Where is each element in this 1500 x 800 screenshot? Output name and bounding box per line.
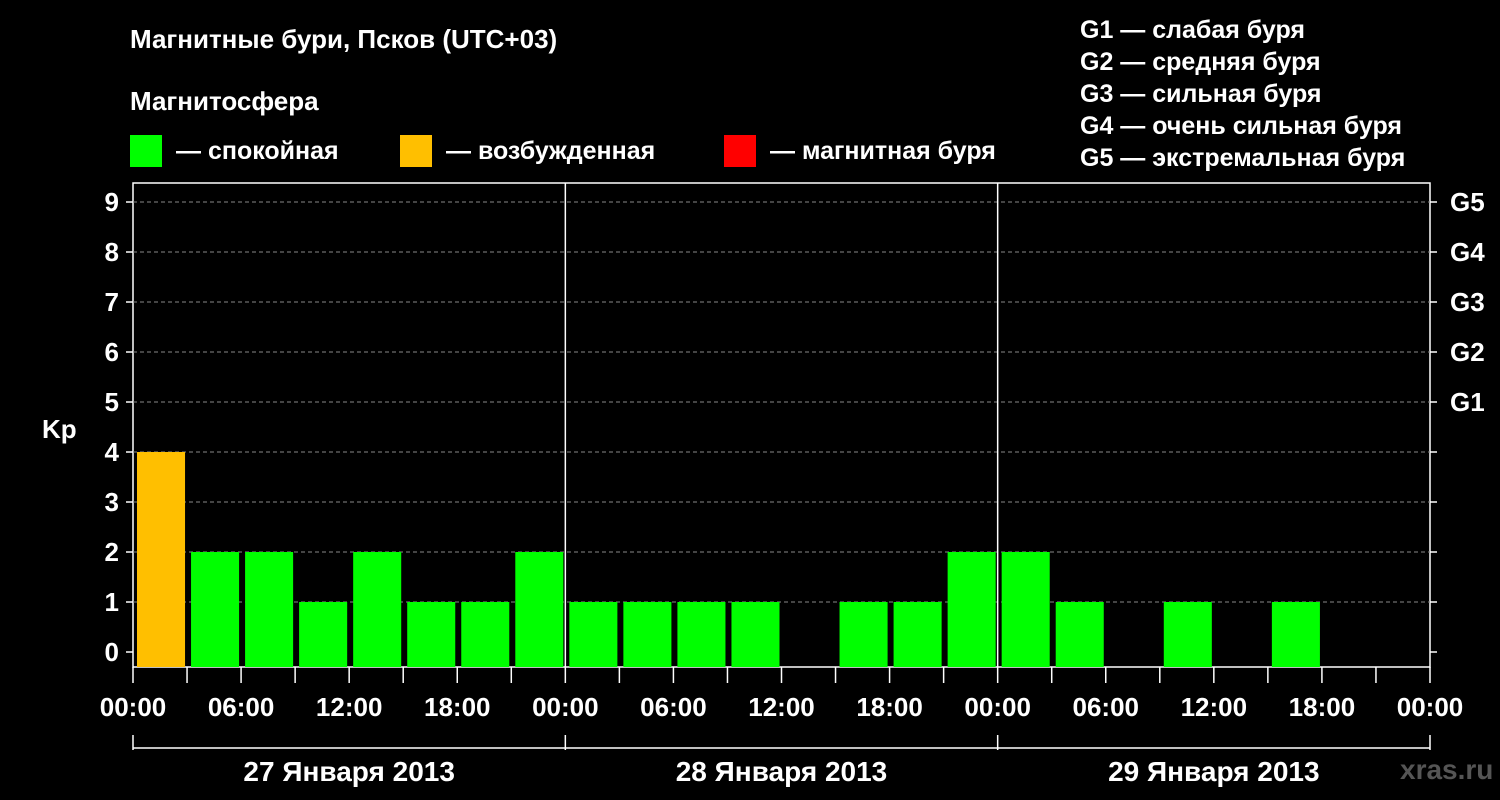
kp-bar xyxy=(623,602,672,667)
g-scale-label: G5 xyxy=(1450,187,1485,217)
day-label: 29 Января 2013 xyxy=(1108,756,1320,787)
kp-bar xyxy=(947,552,996,667)
kp-bar xyxy=(731,602,780,667)
g-scale-label: G4 xyxy=(1450,237,1485,267)
kp-bar xyxy=(1163,602,1212,667)
kp-bar xyxy=(191,552,240,667)
y-tick-label: 5 xyxy=(105,387,119,417)
x-tick-label: 18:00 xyxy=(856,692,923,722)
g-scale-label: G1 xyxy=(1450,387,1485,417)
kp-bar xyxy=(407,602,456,667)
x-tick-label: 18:00 xyxy=(424,692,491,722)
kp-bar xyxy=(569,602,618,667)
kp-bar xyxy=(353,552,402,667)
x-tick-label: 00:00 xyxy=(1397,692,1464,722)
site-credit: xras.ru xyxy=(1400,754,1494,785)
g-scale-label: G3 xyxy=(1450,287,1485,317)
y-tick-label: 4 xyxy=(105,437,120,467)
x-tick-label: 06:00 xyxy=(1073,692,1140,722)
kp-bar xyxy=(461,602,510,667)
y-tick-label: 7 xyxy=(105,287,119,317)
x-tick-label: 12:00 xyxy=(748,692,815,722)
kp-bar xyxy=(515,552,564,667)
x-tick-label: 12:00 xyxy=(1181,692,1248,722)
day-label: 28 Января 2013 xyxy=(676,756,888,787)
kp-bar xyxy=(893,602,942,667)
kp-bar xyxy=(1055,602,1104,667)
g-scale-label: G2 xyxy=(1450,337,1485,367)
x-tick-label: 18:00 xyxy=(1289,692,1356,722)
plot-frame xyxy=(132,182,1431,668)
kp-bar xyxy=(677,602,726,667)
y-tick-label: 9 xyxy=(105,187,119,217)
y-tick-label: 6 xyxy=(105,337,119,367)
y-tick-label: 0 xyxy=(105,637,119,667)
kp-bar xyxy=(299,602,348,667)
x-tick-label: 06:00 xyxy=(640,692,707,722)
x-tick-label: 00:00 xyxy=(964,692,1031,722)
x-tick-label: 12:00 xyxy=(316,692,383,722)
kp-bar xyxy=(137,452,186,667)
y-tick-label: 8 xyxy=(105,237,119,267)
kp-bar-chart: 0 1 2 3 4 5 6 7 8 9 G1 G2 G3 G4 G5 Kp 00:00 06:00 12:00 18:… xyxy=(42,182,1485,787)
kp-bar xyxy=(1271,602,1320,667)
kp-bar xyxy=(839,602,888,667)
x-tick-label: 00:00 xyxy=(532,692,599,722)
y-tick-label: 1 xyxy=(105,587,119,617)
x-tick-label: 06:00 xyxy=(208,692,275,722)
kp-bar xyxy=(1001,552,1050,667)
y-tick-label: 2 xyxy=(105,537,119,567)
day-label: 27 Января 2013 xyxy=(243,756,455,787)
x-tick-label: 00:00 xyxy=(100,692,167,722)
kp-bar xyxy=(245,552,294,667)
y-tick-label: 3 xyxy=(105,487,119,517)
y-axis-label: Kp xyxy=(42,414,77,444)
